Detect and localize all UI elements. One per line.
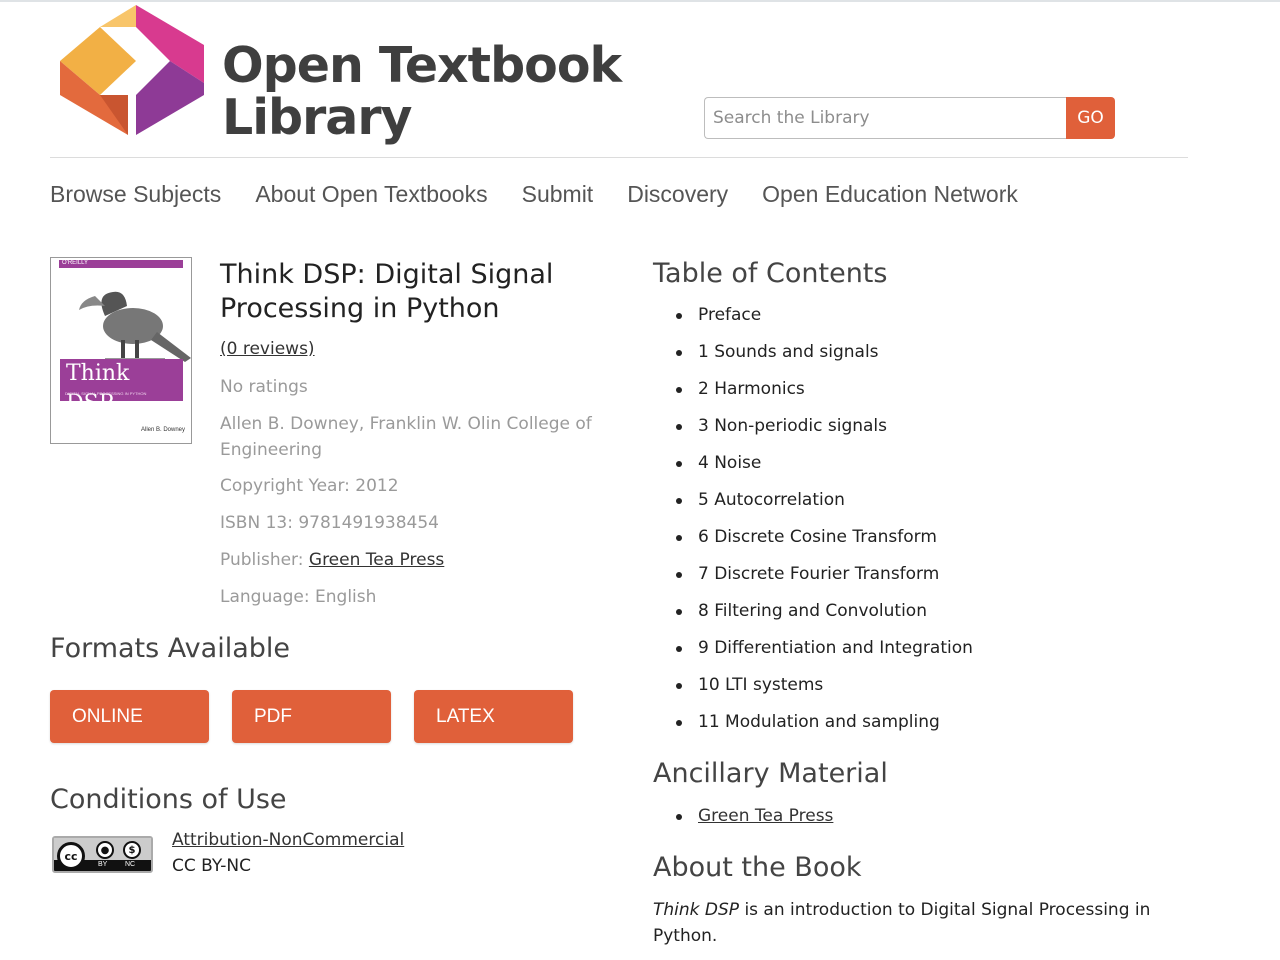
toc-item: 5 Autocorrelation [676, 488, 973, 525]
authors-text: Allen B. Downey, Franklin W. Olin Colleg… [220, 414, 592, 460]
badge-nc-label: NC [125, 861, 136, 868]
license-code: CC BY-NC [172, 856, 251, 876]
toc-item: 10 LTI systems [676, 673, 973, 710]
license-link[interactable]: Attribution-NonCommercial [172, 830, 404, 850]
search-input[interactable] [704, 97, 1066, 139]
open-textbook-library-logo-icon[interactable] [60, 5, 206, 135]
logo-line-1: Open Textbook [222, 37, 622, 94]
format-online-button[interactable]: ONLINE [50, 690, 209, 743]
ancillary-item: Green Tea Press [676, 804, 833, 828]
top-border [0, 0, 1280, 2]
about-heading: About the Book [653, 852, 862, 883]
hornbill-bird-icon [79, 291, 191, 362]
toc-heading: Table of Contents [653, 258, 888, 289]
search-form: GO [704, 97, 1115, 139]
toc-list: Preface 1 Sounds and signals 2 Harmonics… [676, 303, 973, 747]
language-text: Language: English [220, 587, 377, 607]
nav-submit[interactable]: Submit [522, 181, 594, 208]
cover-subtitle: DIGITAL SIGNAL PROCESSING IN PYTHON [65, 391, 147, 396]
toc-item: 6 Discrete Cosine Transform [676, 525, 973, 562]
isbn-text: ISBN 13: 9781491938454 [220, 513, 439, 533]
badge-by-label: BY [98, 861, 108, 868]
format-pdf-button[interactable]: PDF [232, 690, 391, 743]
header-divider [50, 157, 1188, 158]
about-title-em: Think DSP [653, 900, 740, 920]
ratings-text: No ratings [220, 377, 308, 397]
toc-item: 8 Filtering and Convolution [676, 599, 973, 636]
logo-line-2: Library [222, 89, 412, 146]
cc-by-nc-badge-icon[interactable]: cc ● $ BY NC [52, 836, 153, 873]
toc-item: 2 Harmonics [676, 377, 973, 414]
copyright-year: Copyright Year: 2012 [220, 476, 399, 496]
noncommercial-dollar-icon: $ [123, 841, 141, 859]
toc-item: 1 Sounds and signals [676, 340, 973, 377]
ancillary-list: Green Tea Press [676, 804, 833, 828]
nav-discovery[interactable]: Discovery [627, 181, 728, 208]
toc-item: 3 Non-periodic signals [676, 414, 973, 451]
main-nav: Browse Subjects About Open Textbooks Sub… [50, 181, 1052, 208]
ancillary-link-green-tea-press[interactable]: Green Tea Press [698, 806, 833, 826]
nav-browse-subjects[interactable]: Browse Subjects [50, 181, 221, 208]
cover-author: Allen B. Downey [141, 427, 186, 433]
reviews-link[interactable]: (0 reviews) [220, 339, 315, 359]
formats-heading: Formats Available [50, 633, 291, 664]
toc-item: Preface [676, 303, 973, 340]
about-text: Think DSP is an introduction to Digital … [653, 897, 1153, 949]
search-go-button[interactable]: GO [1066, 97, 1115, 139]
book-cover-image: O'REILLY Think DSP DIGITAL SIGNAL PROCES… [50, 257, 192, 444]
toc-item: 7 Discrete Fourier Transform [676, 562, 973, 599]
toc-item: 9 Differentiation and Integration [676, 636, 973, 673]
cc-icon: cc [57, 842, 85, 870]
logo-wordmark[interactable]: Open Textbook Library [222, 37, 622, 146]
nav-about-open-textbooks[interactable]: About Open Textbooks [255, 181, 487, 208]
toc-item: 4 Noise [676, 451, 973, 488]
format-latex-button[interactable]: LATEX [414, 690, 573, 743]
conditions-heading: Conditions of Use [50, 784, 287, 815]
toc-item: 11 Modulation and sampling [676, 710, 973, 747]
nav-open-education-network[interactable]: Open Education Network [762, 181, 1018, 208]
book-title: Think DSP: Digital Signal Processing in … [220, 259, 554, 324]
attribution-person-icon: ● [96, 841, 114, 859]
publisher-link[interactable]: Green Tea Press [309, 550, 444, 570]
ancillary-heading: Ancillary Material [653, 758, 888, 789]
publisher-row: Publisher: Green Tea Press [220, 547, 600, 573]
publisher-label: Publisher: [220, 550, 309, 570]
cover-publisher: O'REILLY [62, 260, 89, 266]
